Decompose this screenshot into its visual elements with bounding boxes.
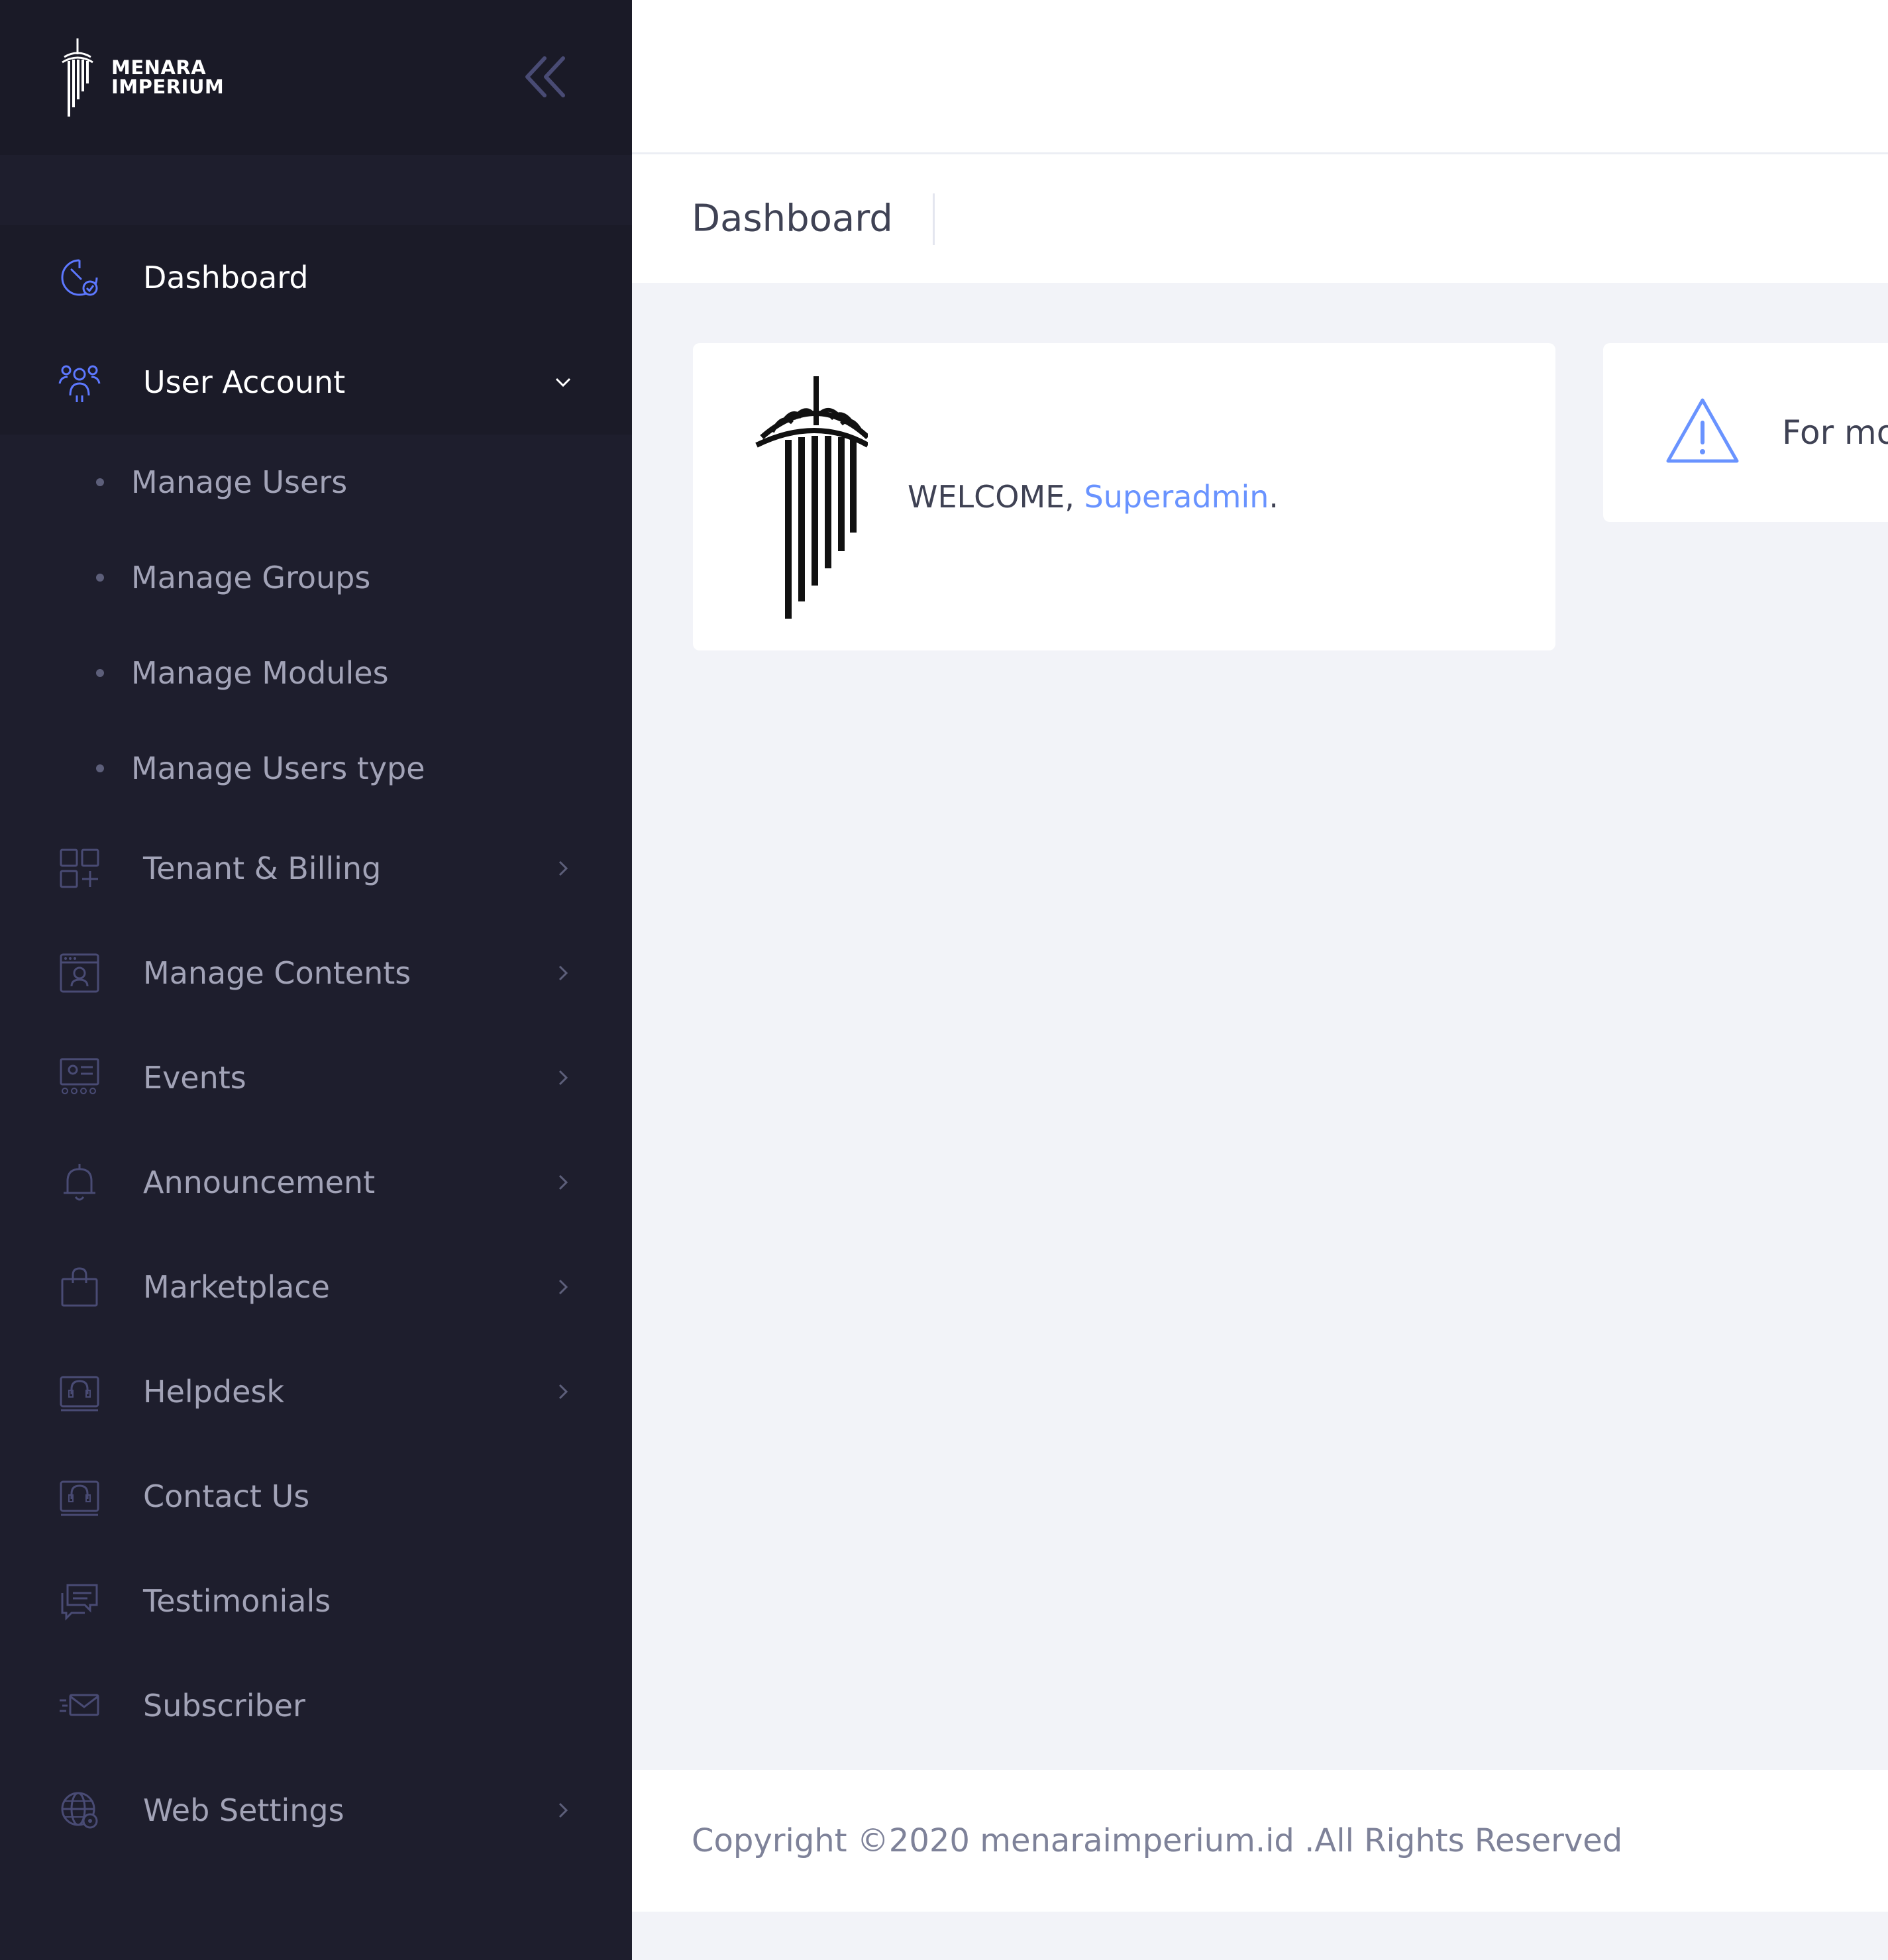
welcome-message: WELCOME, Superadmin.	[908, 479, 1279, 515]
sidebar-item-contact-us[interactable]: Contact Us	[0, 1444, 632, 1549]
alert-message: For mo	[1782, 413, 1888, 452]
welcome-greeting: WELCOME,	[908, 479, 1084, 515]
sidebar-item-helpdesk[interactable]: Helpdesk	[0, 1339, 632, 1444]
collapse-sidebar-icon[interactable]	[522, 56, 570, 98]
sidebar-item-label: Testimonials	[143, 1583, 331, 1619]
sidebar-menu: Dashboard User Account Manage Users Mana…	[0, 225, 632, 1863]
sidebar-item-manage-modules[interactable]: Manage Modules	[0, 625, 632, 721]
chevron-right-icon	[558, 1070, 568, 1086]
sidebar-item-manage-contents[interactable]: Manage Contents	[0, 921, 632, 1025]
shopping-bag-icon	[61, 1267, 98, 1307]
submenu-item-label: Manage Groups	[131, 560, 371, 595]
users-icon	[58, 365, 101, 402]
sidebar-item-subscriber[interactable]: Subscriber	[0, 1653, 632, 1758]
welcome-card: WELCOME, Superadmin.	[693, 343, 1555, 650]
sidebar-item-testimonials[interactable]: Testimonials	[0, 1549, 632, 1653]
page-title: Dashboard	[692, 197, 893, 240]
bullet-dot-icon	[96, 764, 104, 772]
chevron-right-icon	[558, 1802, 568, 1818]
submenu-item-label: Manage Users	[131, 464, 348, 500]
sidebar-item-label: Marketplace	[143, 1269, 330, 1305]
sidebar-item-label: Tenant & Billing	[143, 851, 382, 886]
sidebar-item-label: Announcement	[143, 1164, 376, 1200]
chevron-right-icon	[558, 1279, 568, 1295]
sidebar: MENARA IMPERIUM Dashboard User Account M…	[0, 0, 632, 1960]
info-alert-card: For mo	[1603, 343, 1888, 522]
brand-header: MENARA IMPERIUM	[0, 0, 632, 155]
sidebar-item-label: Events	[143, 1060, 246, 1096]
sidebar-item-label: Dashboard	[143, 260, 309, 295]
sidebar-item-label: Web Settings	[143, 1792, 344, 1828]
bell-icon	[64, 1164, 95, 1201]
top-header-bar	[632, 0, 1888, 154]
envelope-send-icon	[60, 1694, 99, 1716]
subheader: Dashboard	[632, 154, 1888, 283]
chevron-right-icon	[558, 860, 568, 876]
contact-headset-icon	[60, 1480, 99, 1516]
sidebar-item-user-account[interactable]: User Account	[0, 330, 632, 435]
brand-name[interactable]: MENARA IMPERIUM	[111, 58, 224, 97]
sidebar-item-web-settings[interactable]: Web Settings	[0, 1758, 632, 1863]
welcome-username[interactable]: Superadmin	[1084, 479, 1269, 515]
submenu-item-label: Manage Modules	[131, 655, 389, 691]
brand-line-2: IMPERIUM	[111, 76, 225, 98]
sidebar-item-dashboard[interactable]: Dashboard	[0, 225, 632, 330]
subheader-separator	[933, 193, 935, 245]
welcome-suffix: .	[1269, 479, 1279, 515]
sidebar-item-announcement[interactable]: Announcement	[0, 1130, 632, 1235]
events-icon	[60, 1058, 99, 1094]
brand-line-1: MENARA	[111, 56, 207, 79]
footer-copyright: Copyright ©2020 menaraimperium.id .All R…	[692, 1822, 1623, 1859]
sidebar-item-manage-users[interactable]: Manage Users	[0, 435, 632, 530]
sidebar-item-label: Contact Us	[143, 1478, 310, 1514]
chevron-right-icon	[558, 1384, 568, 1400]
sidebar-item-events[interactable]: Events	[0, 1025, 632, 1130]
bullet-dot-icon	[96, 478, 104, 486]
browser-content-icon	[60, 953, 99, 993]
sidebar-item-label: Manage Contents	[143, 955, 411, 991]
bullet-dot-icon	[96, 574, 104, 582]
grid-plus-icon	[60, 849, 99, 888]
tower-logo-icon	[755, 376, 868, 619]
submenu-item-label: Manage Users type	[131, 750, 425, 786]
chat-bubbles-icon	[61, 1584, 98, 1621]
sidebar-item-marketplace[interactable]: Marketplace	[0, 1235, 632, 1339]
warning-triangle-icon	[1666, 398, 1739, 463]
sidebar-item-label: Subscriber	[143, 1688, 305, 1724]
globe-settings-icon	[61, 1792, 98, 1829]
sidebar-item-label: User Account	[143, 364, 346, 400]
sidebar-item-label: Helpdesk	[143, 1374, 284, 1410]
bullet-dot-icon	[96, 669, 104, 677]
footer: Copyright ©2020 menaraimperium.id .All R…	[632, 1770, 1888, 1912]
dashboard-icon	[61, 259, 98, 296]
chevron-down-icon	[555, 378, 571, 387]
sidebar-item-tenant-billing[interactable]: Tenant & Billing	[0, 816, 632, 921]
brand-logo[interactable]	[61, 38, 94, 117]
user-account-submenu: Manage Users Manage Groups Manage Module…	[0, 435, 632, 816]
sidebar-item-manage-groups[interactable]: Manage Groups	[0, 530, 632, 625]
chevron-right-icon	[558, 1174, 568, 1190]
sidebar-item-manage-users-type[interactable]: Manage Users type	[0, 721, 632, 816]
headset-icon	[60, 1376, 99, 1412]
chevron-right-icon	[558, 965, 568, 981]
